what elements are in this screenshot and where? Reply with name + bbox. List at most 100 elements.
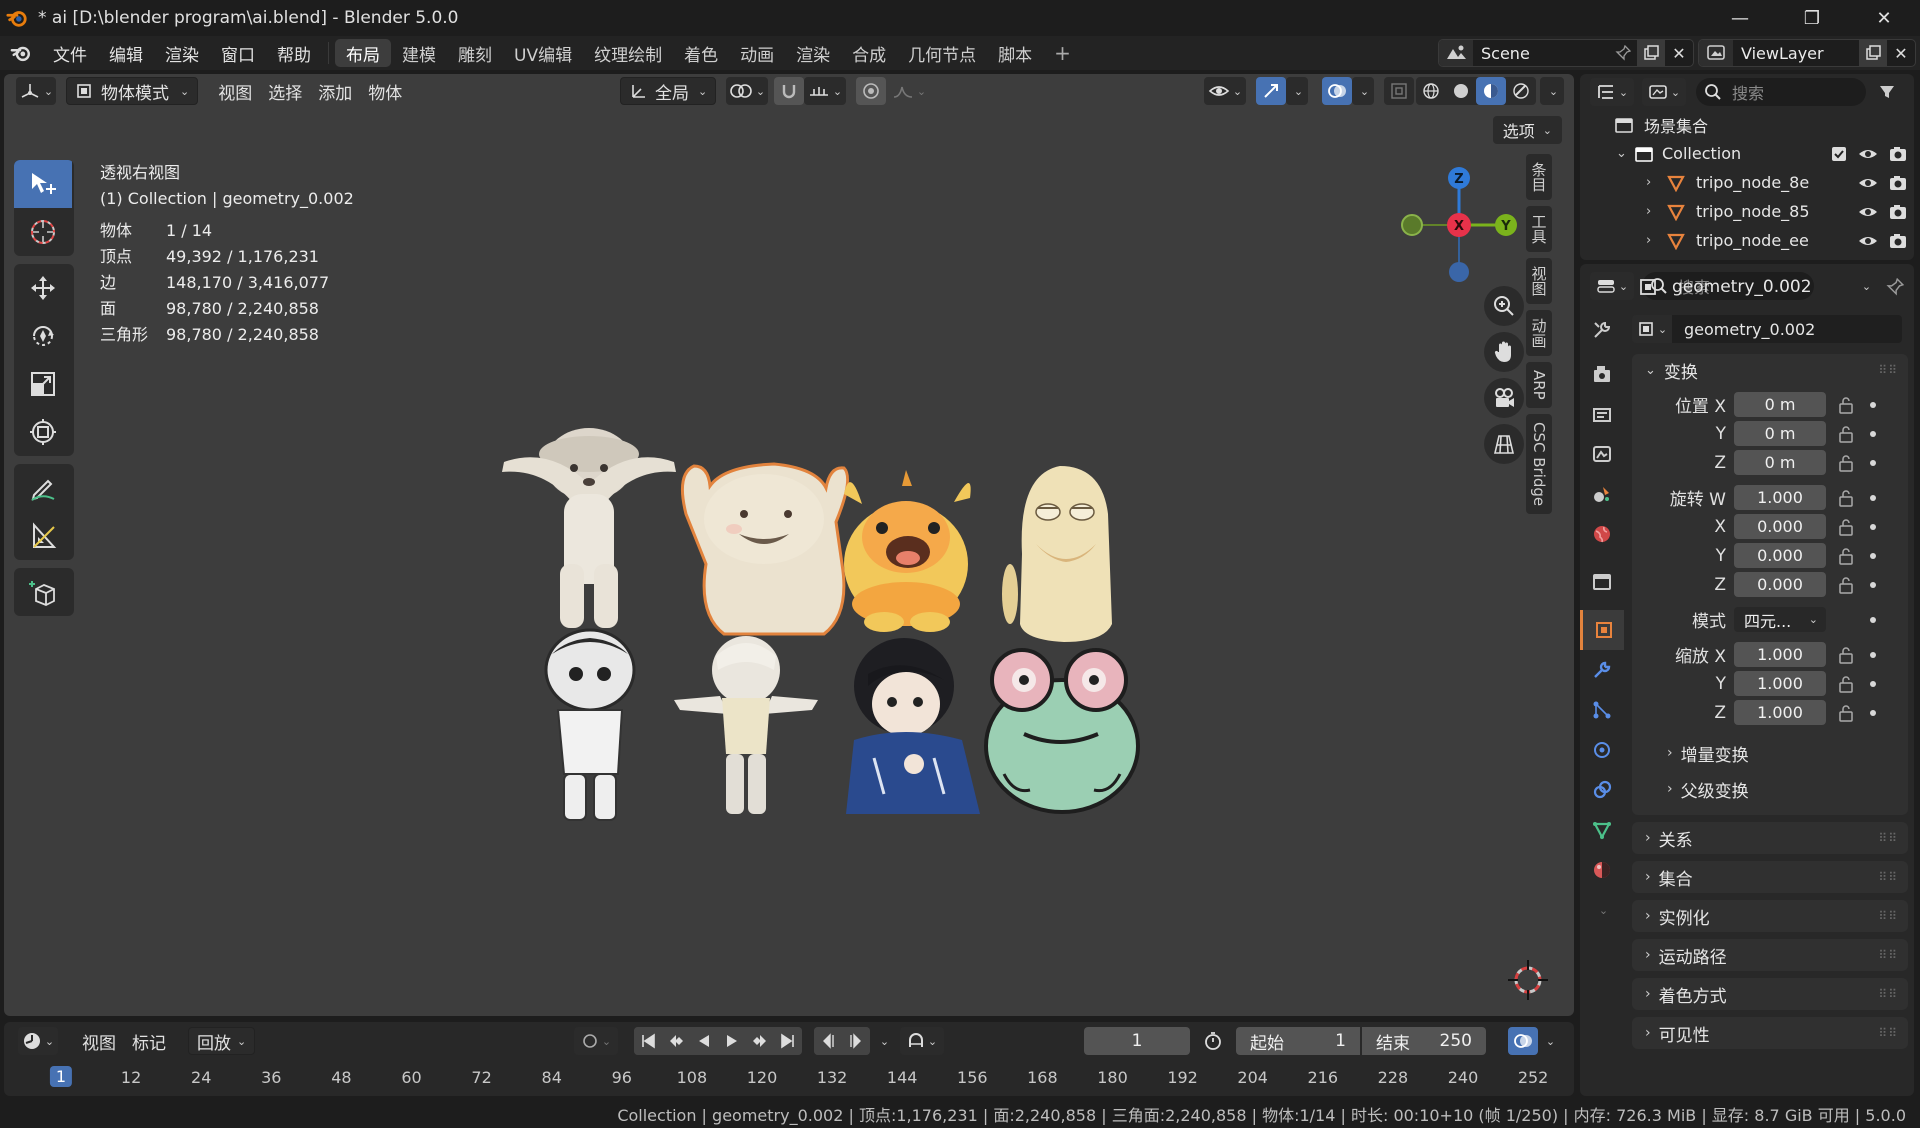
modifier-tab-icon[interactable] xyxy=(1580,650,1624,690)
parent-transform-subpanel[interactable]: › 父级变换 xyxy=(1632,771,1908,807)
render-tab-icon[interactable] xyxy=(1580,354,1624,394)
minimize-icon[interactable]: — xyxy=(1704,0,1776,36)
blender-menu-icon[interactable] xyxy=(8,42,34,64)
playback-dropdown[interactable]: 回放 ⌄ xyxy=(188,1027,256,1055)
lock-icon[interactable] xyxy=(1838,518,1854,536)
scene-selector[interactable]: Scene ✕ xyxy=(1438,39,1694,67)
shading-options-icon[interactable]: ⌄ xyxy=(1540,77,1564,105)
model-bear-selected[interactable] xyxy=(680,462,850,636)
menu-object[interactable]: 物体 xyxy=(360,77,410,105)
use-preview-range-icon[interactable] xyxy=(1198,1027,1228,1055)
falloff-icon[interactable]: ⌄ xyxy=(888,77,930,105)
lock-icon[interactable] xyxy=(1838,489,1854,507)
lock-icon[interactable] xyxy=(1838,576,1854,594)
output-tab-icon[interactable] xyxy=(1580,394,1624,434)
tab-tool[interactable]: 工具 xyxy=(1526,206,1552,252)
rotation-z-field[interactable]: 0.000 xyxy=(1734,572,1826,597)
pivot-point-icon[interactable]: ⌄ xyxy=(726,77,768,105)
timeline-editor-type-icon[interactable]: ⌄ xyxy=(18,1027,58,1055)
play-icon[interactable] xyxy=(718,1027,746,1055)
zoom-icon[interactable] xyxy=(1484,286,1524,326)
keyframe-dot-icon[interactable] xyxy=(1870,552,1876,559)
lock-icon[interactable] xyxy=(1838,646,1854,664)
render-camera-icon[interactable] xyxy=(1888,232,1908,250)
lock-icon[interactable] xyxy=(1838,454,1854,472)
collections-panel[interactable]: › 集合 ⠿⠿ xyxy=(1632,861,1908,893)
drag-grip-icon[interactable]: ⠿⠿ xyxy=(1878,870,1898,884)
lock-icon[interactable] xyxy=(1838,396,1854,414)
tool-settings-tab-icon[interactable] xyxy=(1580,310,1624,350)
tab-item[interactable]: 条目 xyxy=(1526,154,1552,200)
measure-tool-icon[interactable] xyxy=(14,512,72,560)
new-scene-icon[interactable] xyxy=(1637,40,1665,66)
view-layer-selector[interactable]: ViewLayer ✕ xyxy=(1698,39,1916,67)
snap-icon[interactable] xyxy=(774,77,804,105)
outliner-collection-row[interactable]: ⌄ Collection xyxy=(1580,139,1914,168)
rotation-y-field[interactable]: 0.000 xyxy=(1734,543,1826,568)
tab-compositing[interactable]: 合成 xyxy=(841,39,897,67)
visibility-eye-icon[interactable] xyxy=(1858,145,1878,163)
drag-grip-icon[interactable]: ⠿⠿ xyxy=(1878,987,1898,1001)
scale-z-field[interactable]: 1.000 xyxy=(1734,700,1826,725)
outliner-object-row[interactable]: › tripo_node_85 xyxy=(1580,197,1914,226)
current-frame-field[interactable]: 1 xyxy=(1084,1027,1190,1055)
tab-sculpting[interactable]: 雕刻 xyxy=(447,39,503,67)
material-tab-icon[interactable] xyxy=(1580,850,1624,890)
scale-tool-icon[interactable] xyxy=(14,360,72,408)
3d-cursor[interactable] xyxy=(1508,960,1548,1000)
tab-geometry-nodes[interactable]: 几何节点 xyxy=(897,39,987,67)
start-frame-field[interactable]: 起始 1 xyxy=(1236,1027,1360,1055)
add-workspace-button[interactable]: + xyxy=(1043,39,1082,67)
expand-right-icon[interactable]: › xyxy=(1646,175,1666,190)
move-tool-icon[interactable] xyxy=(14,264,72,312)
menu-file[interactable]: 文件 xyxy=(42,39,98,67)
visibility-eye-icon[interactable] xyxy=(1858,232,1878,250)
outliner-object-row[interactable]: › tripo_node_8e xyxy=(1580,168,1914,197)
tab-texture-paint[interactable]: 纹理绘制 xyxy=(583,39,673,67)
tab-layout[interactable]: 布局 xyxy=(335,39,391,67)
filter-icon[interactable] xyxy=(1872,78,1902,106)
exclude-checkbox-icon[interactable] xyxy=(1830,145,1848,163)
rendered-shading-icon[interactable] xyxy=(1506,77,1536,105)
outliner-object-row[interactable]: › tripo_node_ee xyxy=(1580,226,1914,255)
location-x-field[interactable]: 0 m xyxy=(1734,392,1826,417)
keying-set-icon[interactable]: ⌄ xyxy=(900,1027,944,1055)
constraints-tab-icon[interactable] xyxy=(1580,770,1624,810)
viewport-3d[interactable]: ⌄ 物体模式 ⌄ 视图 选择 添加 物体 全局 ⌄ ⌄ ⌄ ⌄ ⌄ ⌄ ⌄ ⌄ … xyxy=(4,74,1574,1016)
model-white-boy[interactable] xyxy=(674,636,818,814)
prev-frame-icon[interactable] xyxy=(814,1027,842,1055)
timeline-overlay-options-icon[interactable]: ⌄ xyxy=(1538,1027,1560,1055)
keyframe-dot-icon[interactable] xyxy=(1870,459,1876,466)
delta-transform-subpanel[interactable]: › 增量变换 xyxy=(1632,735,1908,771)
timeline-overlay-icon[interactable] xyxy=(1508,1027,1538,1055)
model-cream-duck[interactable] xyxy=(1002,466,1112,642)
visibility-icon[interactable]: ⌄ xyxy=(1204,77,1246,105)
world-tab-icon[interactable] xyxy=(1580,514,1624,554)
visibility-eye-icon[interactable] xyxy=(1858,203,1878,221)
snap-target-icon[interactable]: ⌄ xyxy=(804,77,846,105)
next-frame-icon[interactable] xyxy=(842,1027,870,1055)
location-y-field[interactable]: 0 m xyxy=(1734,421,1826,446)
model-anime-boy[interactable] xyxy=(846,638,980,814)
timeline-ruler[interactable]: 1 12 24 36 48 60 72 84 96 108 120 132 144 156 168 180 19… xyxy=(4,1062,1574,1094)
menu-select[interactable]: 选择 xyxy=(260,77,310,105)
rotation-mode-dropdown[interactable]: 四元... ⌄ xyxy=(1734,607,1826,632)
model-dog[interactable] xyxy=(502,428,676,628)
menu-render[interactable]: 渲染 xyxy=(154,39,210,67)
outliner-scene-collection[interactable]: 场景集合 xyxy=(1580,110,1914,139)
scale-x-field[interactable]: 1.000 xyxy=(1734,642,1826,667)
menu-help[interactable]: 帮助 xyxy=(266,39,322,67)
end-frame-field[interactable]: 结束 250 xyxy=(1362,1027,1486,1055)
menu-window[interactable]: 窗口 xyxy=(210,39,266,67)
view-layer-tab-icon[interactable] xyxy=(1580,434,1624,474)
lock-icon[interactable] xyxy=(1838,704,1854,722)
editor-type-icon[interactable]: ⌄ xyxy=(16,77,56,105)
timeline-menu-view[interactable]: 视图 xyxy=(74,1027,124,1055)
keyframe-dot-icon[interactable] xyxy=(1870,494,1876,501)
data-tab-icon[interactable] xyxy=(1580,810,1624,850)
mode-selector[interactable]: 物体模式 ⌄ xyxy=(66,77,199,105)
jump-start-icon[interactable] xyxy=(634,1027,662,1055)
expand-chevron-icon[interactable]: ⌄ xyxy=(1616,146,1634,161)
view-layer-icon[interactable] xyxy=(1699,40,1733,66)
expand-right-icon[interactable]: › xyxy=(1646,233,1666,248)
